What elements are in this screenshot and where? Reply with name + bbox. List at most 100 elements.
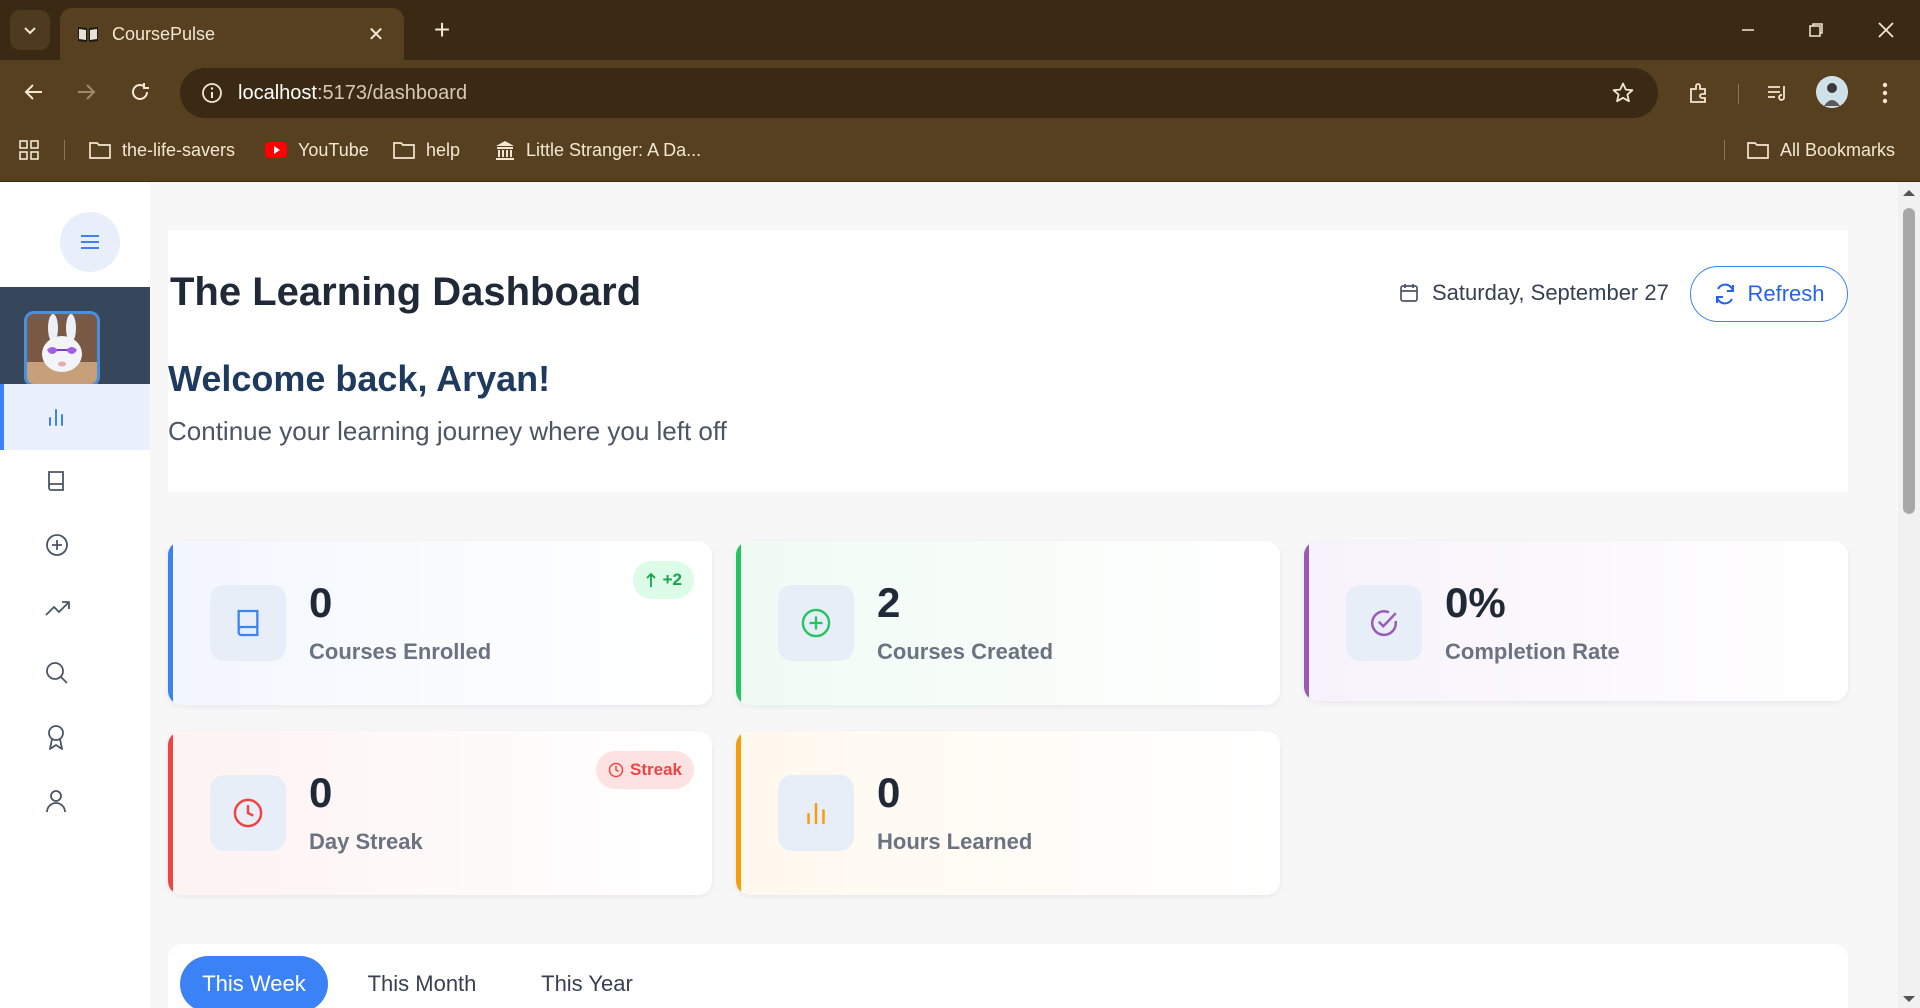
tab-this-week[interactable]: This Week <box>180 956 328 1008</box>
minimize-icon <box>1742 29 1754 31</box>
close-icon <box>1878 22 1894 38</box>
stat-card-completion-rate[interactable]: 0% Completion Rate <box>1304 541 1848 701</box>
reload-icon <box>132 83 149 100</box>
trend-badge-text: +2 <box>662 570 682 589</box>
youtube-icon <box>265 142 287 158</box>
profile-avatar[interactable] <box>1816 76 1848 108</box>
stat-label: Courses Created <box>877 639 1054 664</box>
stat-card-courses-created[interactable]: 2 Courses Created <box>736 541 1280 705</box>
stat-card-hours-learned[interactable]: 0 Hours Learned <box>736 731 1280 895</box>
museum-icon <box>496 141 514 160</box>
bookmark-label: Little Stranger: A Da... <box>526 139 702 160</box>
user-icon <box>46 790 66 813</box>
folder-icon <box>393 142 415 159</box>
sidebar-item-create-course[interactable] <box>0 512 150 578</box>
trending-up-icon <box>45 601 70 616</box>
toolbar-divider <box>1738 84 1739 104</box>
bookmark-star-icon[interactable] <box>1606 76 1640 110</box>
stat-value: 0 <box>309 579 333 626</box>
chevron-down-icon <box>24 27 36 35</box>
book-favicon-icon <box>76 24 100 44</box>
browser-toolbar: localhost:5173/dashboard <box>0 60 1920 126</box>
avatar[interactable] <box>24 311 100 387</box>
stat-label: Hours Learned <box>877 829 1033 854</box>
scroll-down-icon[interactable] <box>1898 992 1920 1006</box>
folder-icon <box>1747 142 1769 159</box>
sidebar <box>0 182 150 1008</box>
browser-tab-strip: CoursePulse ✕ + <box>0 0 1920 60</box>
bookmark-label: YouTube <box>298 139 369 160</box>
site-info-icon[interactable] <box>194 75 230 111</box>
tab-this-year[interactable]: This Year <box>518 956 656 1008</box>
tab-search-button[interactable] <box>10 10 50 50</box>
extensions-icon[interactable] <box>1680 74 1718 112</box>
stat-value: 0 <box>877 769 901 816</box>
check-circle-icon <box>1371 610 1398 637</box>
bookmark-the-life-savers[interactable]: the-life-savers <box>88 126 235 174</box>
card-accent-bar <box>736 541 741 705</box>
scrollbar-thumb[interactable] <box>1903 208 1915 514</box>
tab-title: CoursePulse <box>112 23 216 44</box>
clock-icon <box>608 762 624 778</box>
arrow-left-icon <box>24 84 42 100</box>
streak-badge-text: Streak <box>630 760 682 779</box>
sidebar-item-profile[interactable] <box>0 768 150 834</box>
award-icon <box>48 725 64 750</box>
close-tab-icon[interactable]: ✕ <box>364 22 388 47</box>
stat-label: Day Streak <box>309 829 423 854</box>
stat-value: 0% <box>1445 579 1506 626</box>
all-bookmarks-button[interactable]: All Bookmarks <box>1746 126 1895 174</box>
close-window-button[interactable] <box>1858 8 1914 52</box>
back-button[interactable] <box>14 72 54 112</box>
stat-icon-box <box>1346 585 1422 661</box>
address-bar[interactable]: localhost:5173/dashboard <box>180 68 1658 118</box>
new-tab-button[interactable]: + <box>424 12 460 48</box>
bookmark-little-stranger[interactable]: Little Stranger: A Da... <box>494 126 701 174</box>
more-menu-icon[interactable] <box>1866 74 1904 112</box>
stat-icon-box <box>778 585 854 661</box>
restore-icon <box>1809 23 1823 37</box>
stat-card-courses-enrolled[interactable]: 0 Courses Enrolled +2 <box>168 541 712 705</box>
menu-toggle-button[interactable] <box>60 212 120 272</box>
sidebar-item-progress[interactable] <box>0 576 150 642</box>
minimize-button[interactable] <box>1720 8 1776 52</box>
refresh-button[interactable]: Refresh <box>1690 266 1848 322</box>
tab-this-month[interactable]: This Month <box>348 956 496 1008</box>
hamburger-icon <box>81 235 99 249</box>
scroll-up-icon[interactable] <box>1898 186 1920 200</box>
bookmarks-bar: the-life-savers YouTube help Little Stra… <box>0 126 1920 182</box>
date-text: Saturday, September 27 <box>1432 280 1669 305</box>
media-controls-icon[interactable] <box>1758 74 1796 112</box>
forward-button[interactable] <box>66 72 106 112</box>
clock-icon <box>233 798 263 828</box>
reload-button[interactable] <box>120 72 160 112</box>
card-accent-bar <box>168 541 173 705</box>
sidebar-item-achievements[interactable] <box>0 704 150 770</box>
stat-icon-box <box>210 775 286 851</box>
sidebar-item-search[interactable] <box>0 640 150 706</box>
stat-value: 2 <box>877 579 901 626</box>
streak-badge: Streak <box>596 751 694 789</box>
bookmark-label: help <box>426 139 461 160</box>
arrow-up-icon <box>645 572 656 587</box>
plus-circle-icon <box>46 534 68 556</box>
stat-card-day-streak[interactable]: 0 Day Streak Streak <box>168 731 712 895</box>
sidebar-item-courses[interactable] <box>0 448 150 514</box>
card-accent-bar <box>1304 541 1309 701</box>
restore-button[interactable] <box>1788 8 1844 52</box>
welcome-subtitle: Continue your learning journey where you… <box>168 416 727 446</box>
search-icon <box>46 662 68 684</box>
bookmark-help[interactable]: help <box>392 126 460 174</box>
apps-grid-icon[interactable] <box>18 126 50 174</box>
bookmark-youtube[interactable]: YouTube <box>264 126 369 174</box>
refresh-icon <box>1716 283 1735 305</box>
page-title: The Learning Dashboard <box>170 270 642 314</box>
card-accent-bar <box>736 731 741 895</box>
current-date: Saturday, September 27 <box>1398 280 1669 306</box>
all-bookmarks-label: All Bookmarks <box>1780 139 1896 160</box>
trend-badge: +2 <box>632 561 694 599</box>
browser-tab-active[interactable]: CoursePulse ✕ <box>60 8 404 60</box>
sidebar-item-dashboard[interactable] <box>0 384 150 450</box>
page-scrollbar[interactable] <box>1898 182 1920 1008</box>
refresh-label: Refresh <box>1747 281 1825 306</box>
